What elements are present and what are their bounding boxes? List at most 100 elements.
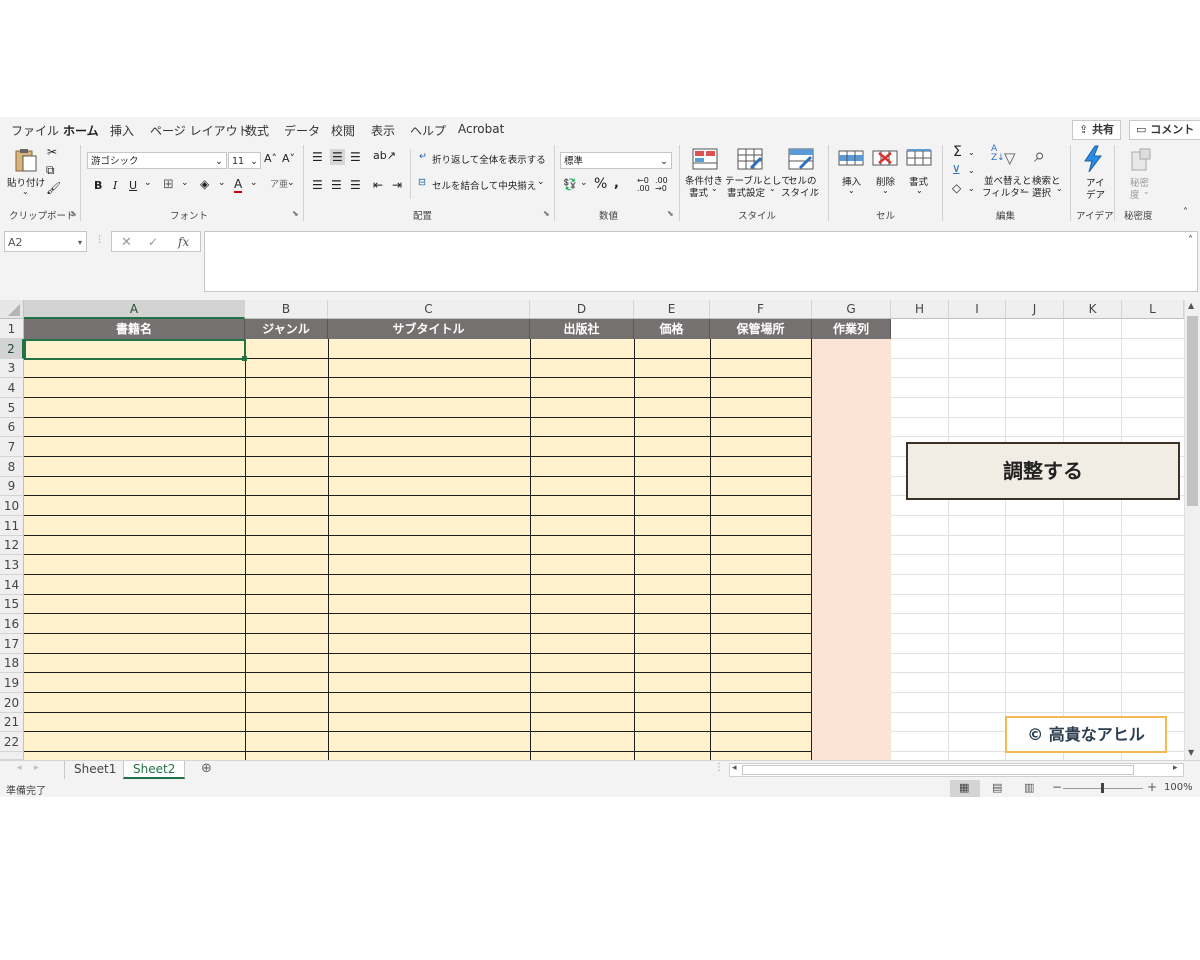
- name-box[interactable]: A2 ▾: [4, 231, 87, 252]
- header-cell-publisher[interactable]: 出版社: [530, 319, 634, 339]
- scroll-right-icon[interactable]: ▸: [1173, 763, 1178, 773]
- sensitivity-button[interactable]: [1130, 146, 1152, 176]
- phonetic-icon[interactable]: ア亜: [270, 177, 288, 190]
- fill-color-icon[interactable]: ◈: [200, 177, 209, 191]
- chevron-down-icon[interactable]: ⌄: [287, 178, 295, 188]
- chevron-down-icon[interactable]: ⌄: [218, 178, 226, 188]
- header-cell-work[interactable]: 作業列: [812, 319, 891, 339]
- page-break-view-icon[interactable]: ▥: [1024, 781, 1034, 794]
- align-bottom-icon[interactable]: ☰: [350, 150, 361, 164]
- scroll-down-icon[interactable]: ▼: [1188, 748, 1194, 757]
- tab-acrobat[interactable]: Acrobat: [458, 122, 504, 136]
- formula-input[interactable]: ˄: [204, 231, 1198, 292]
- tab-insert[interactable]: 挿入: [110, 122, 134, 139]
- orientation-icon[interactable]: ab↗: [373, 149, 396, 162]
- zoom-level[interactable]: 100%: [1164, 782, 1193, 793]
- expand-formula-icon[interactable]: ˄: [1188, 232, 1193, 249]
- cancel-icon[interactable]: ✕: [121, 232, 132, 253]
- tab-review[interactable]: 校閲: [331, 122, 355, 139]
- add-sheet-icon[interactable]: ⊕: [201, 761, 212, 776]
- cut-icon[interactable]: ✂: [47, 145, 57, 159]
- fill-icon[interactable]: ⊻: [952, 163, 961, 177]
- chevron-down-icon[interactable]: ⌄: [144, 178, 152, 188]
- ideas-button[interactable]: [1082, 145, 1104, 177]
- number-format-select[interactable]: 標準 ⌄: [560, 152, 672, 169]
- horizontal-scrollbar[interactable]: ◂ ▸: [729, 763, 1184, 777]
- conditional-format-button[interactable]: [692, 148, 718, 174]
- border-icon[interactable]: ⊞: [163, 177, 174, 192]
- insert-function-button[interactable]: fx: [178, 232, 189, 253]
- font-name-select[interactable]: 游ゴシック ⌄: [87, 152, 227, 169]
- decrease-font-icon[interactable]: A˅: [282, 152, 295, 165]
- merge-icon[interactable]: ⊟: [418, 177, 426, 188]
- sheet-tab-sheet1[interactable]: Sheet1: [64, 761, 125, 779]
- fill-handle[interactable]: [242, 356, 247, 361]
- header-cell-genre[interactable]: ジャンル: [245, 319, 328, 339]
- chevron-down-icon[interactable]: ⌄: [968, 184, 975, 193]
- horizontal-scroll-thumb[interactable]: [742, 765, 1134, 775]
- scroll-left-icon[interactable]: ◂: [732, 763, 737, 773]
- italic-button[interactable]: I: [113, 179, 117, 192]
- autosum-icon[interactable]: Σ: [953, 144, 962, 160]
- enter-icon[interactable]: ✓: [148, 232, 158, 253]
- font-size-select[interactable]: 11 ⌄: [228, 152, 261, 169]
- share-button[interactable]: ⇪ 共有: [1072, 120, 1122, 140]
- prev-sheet-icon[interactable]: ◂: [17, 763, 22, 773]
- format-as-table-button[interactable]: [737, 148, 763, 174]
- sheet-tab-sheet2[interactable]: Sheet2: [123, 761, 186, 779]
- tab-formulas[interactable]: 数式: [245, 122, 269, 139]
- align-top-icon[interactable]: ☰: [312, 150, 323, 164]
- font-color-icon[interactable]: A: [234, 177, 243, 193]
- sort-filter-icon[interactable]: A Z↓: [991, 145, 1005, 163]
- cell-styles-button[interactable]: [788, 148, 814, 174]
- increase-font-icon[interactable]: A˄: [264, 152, 277, 165]
- find-icon[interactable]: ⌕: [1034, 143, 1045, 167]
- header-cell-title[interactable]: 書籍名: [24, 319, 245, 339]
- chevron-down-icon[interactable]: ⌄: [537, 177, 545, 187]
- bold-button[interactable]: B: [94, 179, 102, 192]
- format-cells-button[interactable]: [906, 148, 932, 172]
- number-launcher-icon[interactable]: ⬊: [667, 209, 674, 218]
- increase-indent-icon[interactable]: ⇥: [392, 178, 402, 192]
- header-cell-subtitle[interactable]: サブタイトル: [328, 319, 530, 339]
- vertical-scrollbar[interactable]: ▲ ▼: [1184, 300, 1200, 760]
- tab-view[interactable]: 表示: [371, 122, 395, 139]
- chevron-down-icon[interactable]: ⌄: [181, 178, 189, 188]
- tab-home[interactable]: ホーム: [63, 122, 99, 143]
- comment-button[interactable]: ▭ コメント: [1129, 120, 1200, 140]
- alignment-launcher-icon[interactable]: ⬊: [543, 209, 550, 218]
- font-launcher-icon[interactable]: ⬊: [292, 209, 299, 218]
- align-center-icon[interactable]: ☰: [331, 178, 342, 192]
- currency-icon[interactable]: 💱: [563, 178, 577, 191]
- format-painter-icon[interactable]: 🖌: [46, 181, 61, 195]
- zoom-out-icon[interactable]: −: [1052, 780, 1062, 794]
- header-cell-price[interactable]: 価格: [634, 319, 710, 339]
- tab-page-layout[interactable]: ページ レイアウト: [150, 122, 250, 139]
- tab-file[interactable]: ファイル: [11, 122, 59, 139]
- paste-button[interactable]: [13, 147, 39, 177]
- align-middle-icon[interactable]: ☰: [330, 149, 345, 165]
- delete-cells-button[interactable]: [872, 148, 898, 172]
- merge-center-button[interactable]: セルを結合して中央揃え: [432, 178, 536, 192]
- wrap-text-button[interactable]: 折り返して全体を表示する: [432, 152, 546, 166]
- zoom-slider-thumb[interactable]: [1101, 783, 1104, 793]
- copy-icon[interactable]: ⧉: [46, 163, 55, 178]
- align-left-icon[interactable]: ☰: [312, 178, 323, 192]
- vertical-scroll-thumb[interactable]: [1187, 316, 1198, 506]
- wrap-text-icon[interactable]: ↵: [419, 151, 427, 162]
- percent-icon[interactable]: %: [594, 176, 607, 192]
- comma-icon[interactable]: ,: [614, 176, 619, 191]
- chevron-down-icon[interactable]: ⌄: [968, 166, 975, 175]
- chevron-down-icon[interactable]: ⌄: [250, 178, 258, 188]
- header-cell-location[interactable]: 保管場所: [710, 319, 812, 339]
- increase-decimal-icon[interactable]: ←0.00: [637, 177, 650, 193]
- chevron-down-icon[interactable]: ⌄: [580, 178, 588, 188]
- tab-data[interactable]: データ: [284, 122, 320, 139]
- clipboard-launcher-icon[interactable]: ⬊: [70, 209, 77, 218]
- tab-help[interactable]: ヘルプ: [410, 122, 446, 139]
- chevron-down-icon[interactable]: ⌄: [968, 148, 975, 157]
- next-sheet-icon[interactable]: ▸: [34, 763, 39, 773]
- clear-icon[interactable]: ◇: [952, 181, 961, 195]
- collapse-ribbon-icon[interactable]: ˄: [1183, 207, 1188, 218]
- zoom-in-icon[interactable]: +: [1147, 780, 1157, 794]
